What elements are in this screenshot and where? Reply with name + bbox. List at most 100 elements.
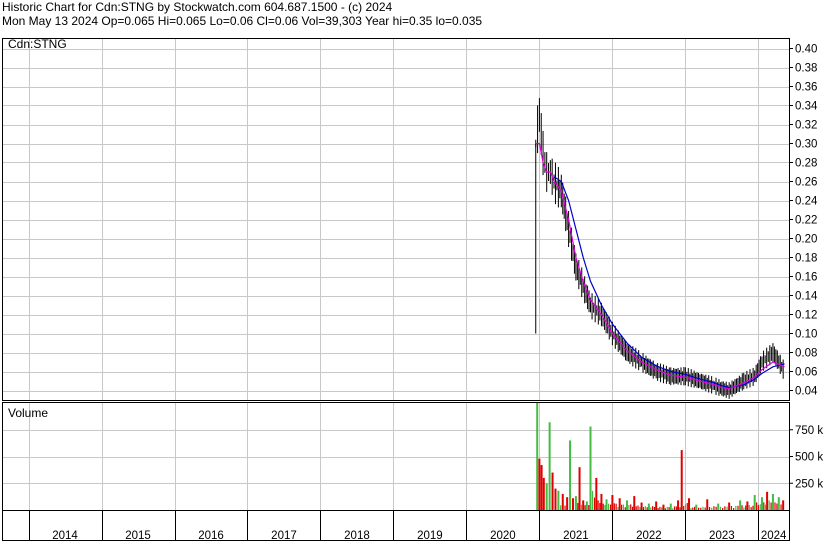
volume-bar: [760, 497, 763, 510]
volume-bar: [713, 506, 715, 510]
volume-bar: [669, 503, 672, 510]
volume-bar: [639, 507, 641, 510]
volume-bar: [633, 496, 636, 510]
volume-bar: [692, 507, 694, 510]
volume-bar: [655, 501, 658, 510]
volume-bar: [759, 504, 761, 510]
volume-bar: [602, 503, 604, 510]
price-tick-label: 0.30: [795, 139, 817, 151]
volume-bar: [585, 501, 588, 510]
volume-bar: [642, 507, 645, 510]
volume-bar: [578, 467, 581, 510]
volume-bar: [591, 490, 594, 510]
volume-bar: [728, 502, 731, 510]
volume-bar: [668, 507, 670, 510]
volume-bar: [646, 507, 648, 510]
volume-bar: [698, 507, 700, 510]
volume-bar: [735, 505, 737, 510]
volume-bar: [582, 500, 585, 510]
volume-bar: [597, 500, 599, 510]
price-y-axis: 0.40 0.38 0.36 0.34 0.32 0.30 0.28 0.26 0.24 0.22…: [789, 44, 818, 398]
volume-bar: [752, 505, 754, 510]
volume-bar: [686, 503, 688, 510]
volume-bar: [580, 504, 583, 510]
volume-bar: [733, 508, 735, 510]
volume-bar: [615, 503, 617, 510]
volume-bar: [622, 504, 625, 510]
volume-bar: [750, 507, 752, 510]
volume-bar: [542, 477, 545, 510]
year-label: 2019: [417, 530, 443, 542]
volume-bar: [557, 490, 560, 510]
volume-bar: [730, 505, 733, 510]
volume-bar: [635, 506, 637, 510]
volume-bar: [711, 507, 713, 510]
year-label: 2018: [344, 530, 370, 542]
price-tick-label: 0.20: [795, 234, 817, 246]
volume-bar: [737, 505, 739, 510]
volume-bar: [617, 506, 619, 510]
volume-bar: [748, 505, 750, 510]
year-label: 2015: [125, 530, 151, 542]
volume-bar: [675, 506, 677, 510]
volume-bar: [548, 422, 551, 510]
volume-bar: [630, 504, 632, 510]
volume-bar: [577, 502, 579, 510]
volume-bar: [545, 483, 548, 510]
price-panel-frame: [2, 38, 790, 401]
year-label: 2014: [52, 530, 78, 542]
price-tick-label: 0.04: [795, 386, 818, 398]
price-tick-label: 0.32: [795, 120, 817, 132]
volume-bar: [595, 477, 598, 510]
volume-bar: [605, 499, 608, 510]
year-label: 2020: [490, 530, 516, 542]
volume-bar: [666, 506, 668, 510]
volume-tick-label: 750 k: [795, 425, 823, 437]
volume-bar: [756, 502, 758, 510]
volume-bar: [774, 502, 776, 510]
price-tick-label: 0.40: [795, 44, 817, 56]
volume-bar: [768, 500, 770, 510]
volume-bar: [560, 505, 562, 510]
volume-bar: [706, 499, 709, 510]
volume-bar: [690, 507, 692, 510]
volume-bar: [662, 504, 665, 510]
volume-bar: [584, 505, 586, 510]
volume-bar: [680, 450, 683, 510]
volume-bar: [764, 504, 767, 510]
price-tick-label: 0.08: [795, 348, 817, 360]
price-panel-title: Cdn:STNG: [8, 37, 67, 51]
volume-bar: [640, 502, 643, 510]
volume-bar: [600, 493, 603, 510]
volume-bar: [593, 497, 596, 510]
volume-bar: [621, 504, 623, 510]
volume-bar: [739, 500, 742, 510]
volume-bar: [661, 507, 663, 510]
price-tick-label: 0.06: [795, 367, 817, 379]
volume-bar: [609, 504, 612, 510]
volume-bar: [624, 507, 626, 510]
volume-bar: [688, 498, 691, 510]
year-label: 2024: [761, 530, 787, 542]
volume-bar: [536, 403, 539, 510]
volume-bar: [599, 503, 601, 510]
volume-bar: [717, 503, 720, 510]
volume-bar: [657, 508, 659, 510]
year-label: 2016: [198, 530, 224, 542]
volume-bar: [766, 491, 769, 510]
volume-bar: [722, 507, 724, 510]
price-tick-label: 0.24: [795, 196, 818, 208]
volume-bar: [566, 497, 569, 510]
volume-bar: [628, 504, 630, 510]
year-label: 2022: [636, 530, 662, 542]
volume-bar: [564, 505, 566, 510]
volume-bar: [719, 506, 722, 510]
volume-bar: [782, 500, 785, 510]
volume-bar: [683, 506, 685, 510]
price-tick-label: 0.28: [795, 158, 817, 170]
volume-bar: [776, 503, 778, 510]
price-tick-label: 0.38: [795, 63, 817, 75]
price-tick-label: 0.16: [795, 272, 817, 284]
volume-bar: [695, 504, 698, 510]
volume-bar: [664, 508, 666, 510]
